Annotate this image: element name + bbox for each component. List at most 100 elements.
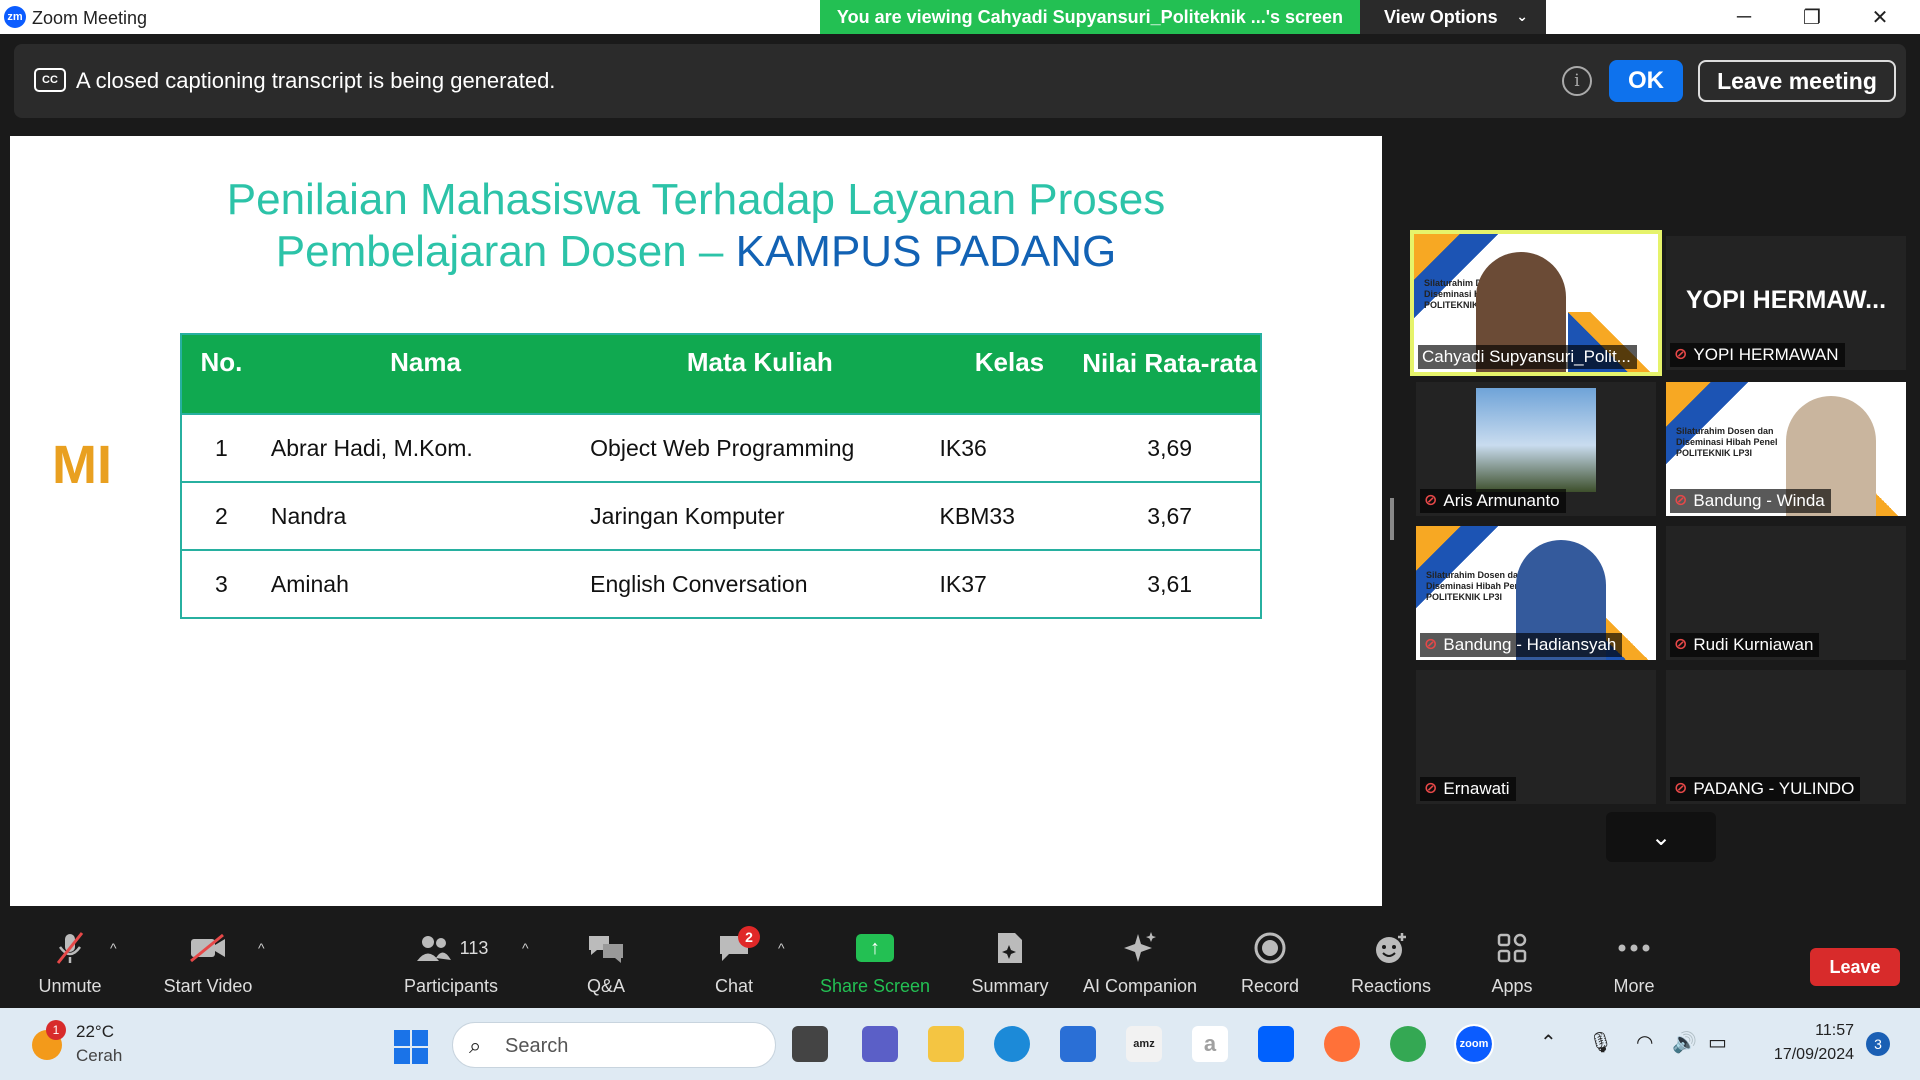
column-header-kelas: Kelas	[929, 334, 1080, 414]
participants-icon-group: 113	[414, 928, 488, 968]
tray-overflow-chevron-icon[interactable]: ⌃	[1540, 1030, 1557, 1055]
weather-notification-badge: 1	[46, 1020, 66, 1040]
video-tile-aris[interactable]: ⊘ Aris Armunanto	[1416, 382, 1656, 516]
video-tile-yopi[interactable]: YOPI HERMAW... ⊘ YOPI HERMAWAN	[1666, 236, 1906, 370]
microsoft-store-icon[interactable]	[1060, 1026, 1096, 1062]
slide-title-line2: Pembelajaran Dosen – KAMPUS PADANG	[10, 226, 1382, 278]
battery-icon[interactable]: ▭	[1708, 1030, 1727, 1055]
task-view-icon[interactable]	[792, 1026, 828, 1062]
participant-name-text: Ernawati	[1443, 779, 1510, 798]
video-tile-winda[interactable]: Silaturahim Dosen dan Diseminasi Hibah P…	[1666, 382, 1906, 516]
close-window-button[interactable]: ✕	[1846, 0, 1914, 34]
dropbox-icon[interactable]	[1258, 1026, 1294, 1062]
weather-condition[interactable]: Cerah	[76, 1046, 122, 1066]
view-options-button[interactable]: View Options ⌄	[1360, 0, 1546, 34]
mic-muted-icon: ⊘	[1674, 636, 1688, 653]
participants-button[interactable]: 113 Participants	[396, 928, 506, 1004]
windows-start-icon[interactable]	[394, 1030, 428, 1064]
apps-label: Apps	[1491, 976, 1533, 996]
microphone-icon[interactable]: 🎙	[1588, 1030, 1613, 1055]
video-tile-ernawati[interactable]: ⊘ Ernawati	[1416, 670, 1656, 804]
column-header-mata-kuliah: Mata Kuliah	[580, 334, 930, 414]
leave-button[interactable]: Leave	[1810, 948, 1900, 986]
people-icon	[414, 928, 454, 968]
edge-browser-icon[interactable]	[994, 1026, 1030, 1062]
amazon-icon[interactable]: amz	[1126, 1026, 1162, 1062]
apps-button[interactable]: Apps	[1472, 928, 1552, 1004]
slide-title: Penilaian Mahasiswa Terhadap Layanan Pro…	[10, 174, 1382, 278]
qa-button[interactable]: Q&A	[566, 928, 646, 1004]
reactions-button[interactable]: Reactions	[1346, 928, 1436, 1004]
restore-button[interactable]: ❐	[1778, 0, 1846, 34]
video-tile-rudi[interactable]: ⊘ Rudi Kurniawan	[1666, 526, 1906, 660]
mic-muted-icon: ⊘	[1424, 492, 1438, 509]
title-bar: zm Zoom Meeting You are viewing Cahyadi …	[0, 0, 1920, 34]
sparkle-icon	[1120, 928, 1160, 968]
mic-muted-icon: ⊘	[1424, 780, 1438, 797]
start-video-button[interactable]: Start Video	[158, 928, 258, 1004]
firefox-icon[interactable]	[1324, 1026, 1360, 1062]
table-row: 1 Abrar Hadi, M.Kom. Object Web Programm…	[181, 413, 1261, 482]
participant-name: ⊘ Aris Armunanto	[1420, 489, 1566, 513]
cell-kelas: IK37	[929, 549, 1080, 618]
chrome-icon[interactable]	[1390, 1026, 1426, 1062]
chevron-down-icon: ⌄	[1650, 823, 1672, 851]
participant-name-text: Cahyadi Supyansuri_Polit...	[1422, 347, 1631, 366]
share-screen-button[interactable]: ↑ Share Screen	[814, 928, 936, 1004]
participant-video	[1476, 388, 1596, 492]
info-icon[interactable]: i	[1562, 66, 1592, 96]
gallery-next-page-button[interactable]: ⌄	[1606, 812, 1716, 862]
participants-options-caret-icon[interactable]: ^	[522, 940, 529, 956]
share-screen-icon: ↑	[855, 928, 895, 968]
chat-options-caret-icon[interactable]: ^	[778, 940, 785, 956]
more-dots-icon	[1614, 928, 1654, 968]
cell-mata-kuliah: English Conversation	[580, 549, 930, 618]
summary-label: Summary	[971, 976, 1049, 996]
volume-icon[interactable]: 🔊	[1672, 1030, 1697, 1055]
taskbar-search[interactable]: ⌕ Search	[452, 1022, 776, 1068]
column-header-nama: Nama	[260, 334, 581, 414]
chat-unread-badge: 2	[738, 926, 760, 948]
mic-muted-icon: ⊘	[1674, 780, 1688, 797]
chevron-down-icon: ⌄	[1516, 8, 1528, 24]
participant-name-text: Bandung - Hadiansyah	[1443, 635, 1617, 654]
clock-time[interactable]: 11:57	[1798, 1022, 1854, 1040]
video-tile-hadiansyah[interactable]: Silaturahim Dosen dan Diseminasi Hibah P…	[1416, 526, 1656, 660]
participant-name-text: Rudi Kurniawan	[1693, 635, 1814, 654]
zoom-taskbar-icon[interactable]: zoom	[1454, 1024, 1494, 1064]
video-tile-yulindo[interactable]: ⊘ PADANG - YULINDO	[1666, 670, 1906, 804]
summary-button[interactable]: Summary	[960, 928, 1060, 1004]
apps-icon	[1492, 928, 1532, 968]
teams-meet-icon[interactable]	[862, 1026, 898, 1062]
video-tile-cahyadi[interactable]: Silaturahim Dosen dan Diseminasi Hibah P…	[1410, 230, 1662, 376]
ok-button[interactable]: OK	[1609, 60, 1683, 102]
wifi-icon[interactable]: ◠	[1636, 1030, 1653, 1055]
cell-mata-kuliah: Object Web Programming	[580, 413, 930, 482]
more-button[interactable]: More	[1594, 928, 1674, 1004]
amazon-appstore-icon[interactable]: a	[1192, 1026, 1228, 1062]
cell-nilai: 3,69	[1079, 413, 1261, 482]
caption-notice-text: A closed captioning transcript is being …	[76, 68, 556, 93]
minimize-button[interactable]: ─	[1710, 0, 1778, 34]
share-screen-label: Share Screen	[819, 976, 931, 996]
reactions-label: Reactions	[1350, 976, 1432, 996]
cell-kelas: IK36	[929, 413, 1080, 482]
record-button[interactable]: Record	[1230, 928, 1310, 1004]
participant-name: Cahyadi Supyansuri_Polit...	[1418, 345, 1637, 369]
zoom-logo-icon: zm	[4, 6, 26, 28]
weather-temperature[interactable]: 22°C	[76, 1022, 114, 1042]
ai-companion-button[interactable]: AI Companion	[1078, 928, 1202, 1004]
cell-nilai: 3,61	[1079, 549, 1261, 618]
cell-nilai: 3,67	[1079, 481, 1261, 550]
unmute-button[interactable]: Unmute	[30, 928, 110, 1004]
notification-count-badge[interactable]: 3	[1866, 1032, 1890, 1056]
gallery-resize-handle[interactable]	[1390, 498, 1394, 540]
search-icon: ⌕	[469, 1033, 482, 1058]
video-options-caret-icon[interactable]: ^	[258, 940, 265, 956]
clock-date[interactable]: 17/09/2024	[1756, 1046, 1854, 1064]
file-explorer-icon[interactable]	[928, 1026, 964, 1062]
audio-options-caret-icon[interactable]: ^	[110, 940, 117, 956]
chat-button[interactable]: 2 Chat	[694, 926, 774, 1004]
cell-no: 3	[181, 549, 261, 618]
leave-meeting-button[interactable]: Leave meeting	[1698, 60, 1896, 102]
